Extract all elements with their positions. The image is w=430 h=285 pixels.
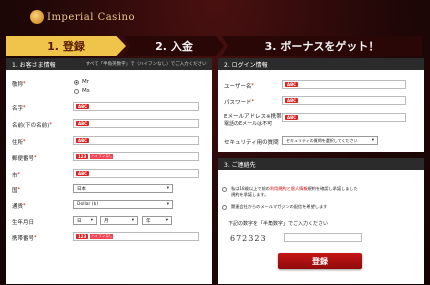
radio-icon[interactable] bbox=[74, 79, 79, 85]
surname-row: 名字 * bbox=[12, 105, 26, 112]
dob-year-select[interactable]: 年 ▾ bbox=[142, 216, 172, 225]
security-question-select[interactable]: セキュリティの質問を選択してください ▾ bbox=[282, 136, 378, 145]
captcha-image: 672323 bbox=[230, 234, 267, 243]
register-button[interactable]: 登録 bbox=[278, 253, 362, 269]
newsletter-row: 関連会社からのメールマガジンの配信を希望します bbox=[222, 204, 327, 210]
dob-day-select[interactable]: 日 ▾ bbox=[73, 216, 97, 225]
captcha-input[interactable] bbox=[284, 233, 362, 242]
dob-row: 生年月日 bbox=[12, 220, 35, 226]
panel-header: 1. お客さま情報 すべて「半角英数字」で（ハイフンなし）でご入力ください bbox=[6, 58, 212, 70]
surname-input[interactable]: ABC bbox=[73, 102, 199, 111]
input-note: すべて「半角英数字」で（ハイフンなし）でご入力ください bbox=[85, 62, 207, 67]
givenname-row: 名前(下の名前) * bbox=[12, 122, 52, 129]
radio-icon[interactable] bbox=[74, 88, 79, 94]
chevron-down-icon: ▾ bbox=[166, 186, 169, 191]
country-select[interactable]: 日本 ▾ bbox=[73, 184, 173, 193]
panel-header: 2. ログイン情報 bbox=[218, 58, 424, 70]
security-row: セキュリティ用の質問 bbox=[224, 140, 279, 146]
customer-info-panel: 1. お客さま情報 すべて「半角英数字」で（ハイフンなし）でご入力ください 敬称… bbox=[6, 58, 212, 284]
postal-row: 郵便番号 * bbox=[12, 155, 37, 162]
title-option-mr[interactable]: Mr bbox=[74, 79, 89, 85]
logo-text: Imperial Casino bbox=[47, 11, 135, 23]
step-3-bonus: 3. ボーナスをゲット！ bbox=[222, 36, 422, 56]
abc-badge: ABC bbox=[76, 104, 90, 109]
panel-header: 3. ご連絡先 bbox=[218, 158, 424, 170]
title-option-ms[interactable]: Ms bbox=[74, 88, 90, 94]
logo-emblem-icon bbox=[30, 10, 44, 24]
address-input[interactable]: ABC bbox=[73, 136, 199, 145]
step-2-deposit: 2. 入金 bbox=[124, 36, 224, 56]
chevron-down-icon: ▾ bbox=[90, 218, 93, 223]
site-header: Imperial Casino bbox=[0, 0, 430, 34]
givenname-input[interactable]: ABC bbox=[73, 119, 199, 128]
newsletter-checkbox[interactable] bbox=[222, 204, 227, 210]
currency-select[interactable]: Dollar ($) ▾ bbox=[73, 200, 173, 209]
chevron-down-icon: ▾ bbox=[165, 218, 168, 223]
chevron-down-icon: ▾ bbox=[371, 138, 374, 143]
username-input[interactable]: ABC bbox=[282, 80, 406, 89]
chevron-down-icon: ▾ bbox=[166, 202, 169, 207]
username-row: ユーザー名 * bbox=[224, 83, 254, 90]
step-1-register: 1. 登録 bbox=[6, 36, 126, 56]
panel-title: 1. お客さま情報 bbox=[12, 61, 56, 69]
registration-steps: 1. 登録 2. 入金 3. ボーナスをゲット！ bbox=[6, 36, 424, 56]
terms-link[interactable]: 利用規約と個人情報 bbox=[270, 186, 308, 191]
dob-month-select[interactable]: 月 ▾ bbox=[100, 216, 138, 225]
chevron-down-icon: ▾ bbox=[131, 218, 134, 223]
postal-input[interactable]: 123 ハイフンなし bbox=[73, 152, 199, 161]
email-row: Eメールアドレス※携帯 電話のEメールは不可 bbox=[224, 114, 282, 127]
country-row: 国 * bbox=[12, 187, 21, 194]
password-input[interactable]: ABC bbox=[282, 96, 406, 105]
terms-row: 私は18歳以上で前の利用規約と個人情報規約を確認し承諾しました 規約を承諾します… bbox=[222, 186, 414, 198]
title-row: 敬称 * bbox=[12, 81, 26, 88]
city-row: 市 * bbox=[12, 172, 21, 179]
casino-logo[interactable]: Imperial Casino bbox=[30, 10, 135, 24]
panel-title: 2. ログイン情報 bbox=[224, 61, 268, 69]
captcha-prompt: 下記の数字を「半角数字」でご入力ください bbox=[228, 221, 329, 227]
email-input[interactable]: ABC bbox=[282, 113, 406, 122]
password-row: パスワード * bbox=[224, 99, 255, 106]
currency-row: 通貨 * bbox=[12, 203, 26, 210]
title-label: 敬称 bbox=[12, 82, 24, 88]
city-input[interactable]: ABC bbox=[73, 169, 199, 178]
panel-title: 3. ご連絡先 bbox=[224, 161, 256, 169]
terms-checkbox[interactable] bbox=[222, 187, 227, 192]
phone-row: 携帯番号 * bbox=[12, 235, 37, 242]
phone-input[interactable]: 123 ハイフンなし bbox=[73, 232, 199, 241]
login-info-panel: 2. ログイン情報 ユーザー名 * ABC パスワード * ABC Eメールアド… bbox=[218, 58, 424, 152]
address-row: 住所 * bbox=[12, 139, 26, 146]
